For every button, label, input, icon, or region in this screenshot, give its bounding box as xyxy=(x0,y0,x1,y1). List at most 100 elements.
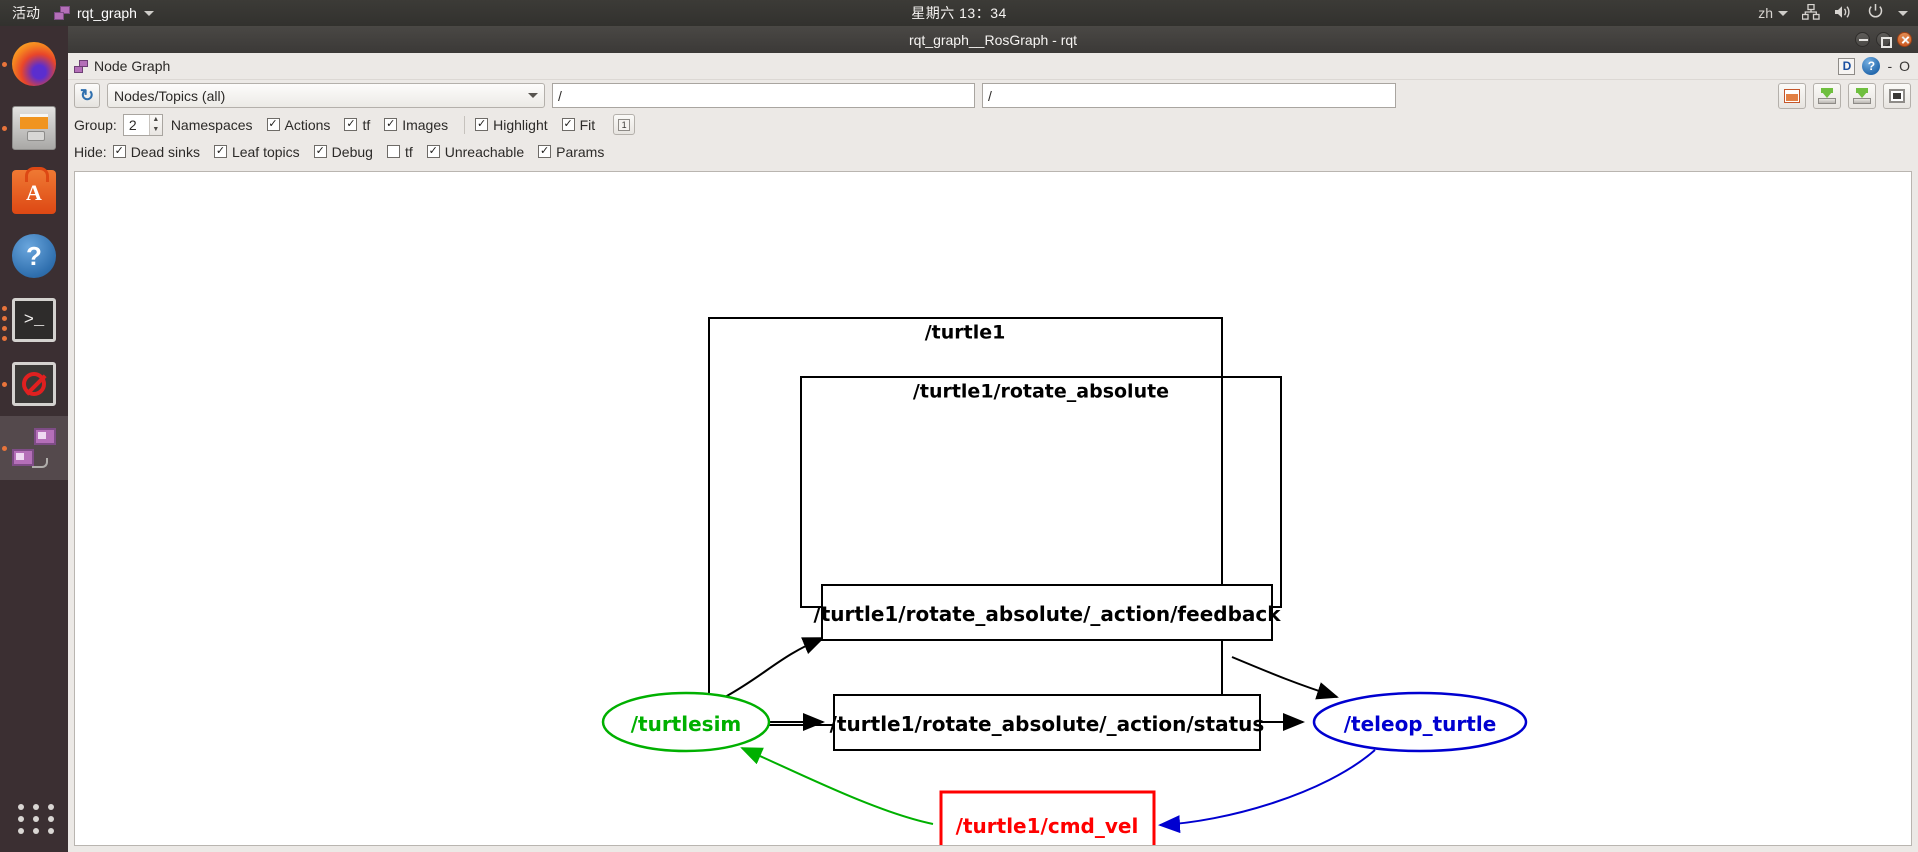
graph-toolbar: ↻ Nodes/Topics (all) xyxy=(68,80,1918,111)
panel-minimize-button[interactable]: - xyxy=(1887,58,1892,74)
dock-button[interactable]: D xyxy=(1838,57,1856,75)
topic-filter-input[interactable] xyxy=(982,83,1396,108)
node-graph-panel-header: Node Graph D ? - O xyxy=(68,53,1918,80)
rqt-icon xyxy=(54,6,70,20)
hide-label: Hide: xyxy=(74,143,107,160)
checkbox-box: ✓ xyxy=(344,118,358,131)
launcher-item-help[interactable]: ? xyxy=(0,224,68,288)
group-spinbox[interactable]: 2 ▲ ▼ xyxy=(122,113,163,136)
clock[interactable]: 星期六 13：34 xyxy=(911,3,1007,23)
minimize-button[interactable] xyxy=(1855,32,1870,47)
chevron-down-icon xyxy=(143,10,154,16)
network-icon[interactable] xyxy=(1801,3,1820,23)
chevron-down-icon xyxy=(528,93,538,98)
help-icon[interactable]: ? xyxy=(1862,57,1881,75)
checkbox-box xyxy=(386,145,400,158)
launcher-item-files[interactable] xyxy=(0,96,68,160)
checkbox-label: Debug xyxy=(331,143,373,160)
checkbox-box: ✓ xyxy=(313,145,327,158)
feedback-topic-label: /turtle1/rotate_absolute/_action/feedbac… xyxy=(813,602,1281,626)
edge-cmdvel-turtlesim xyxy=(740,747,934,825)
checkbox-label: Actions xyxy=(284,116,331,133)
power-icon[interactable] xyxy=(1867,3,1884,23)
turtle1-cluster[interactable] xyxy=(708,317,1223,726)
checkbox-label: Dead sinks xyxy=(130,143,200,160)
checkbox-box: ✓ xyxy=(475,118,489,131)
gnome-top-bar: 活动 rqt_graph 星期六 13：34 zh xyxy=(0,0,1918,26)
group-label: Group: xyxy=(74,116,117,133)
checkbox-box: ✓ xyxy=(112,145,126,158)
panel-header-buttons: D ? - O xyxy=(1838,57,1910,75)
app-menu-label: rqt_graph xyxy=(77,5,137,21)
save-dot-icon xyxy=(1818,87,1836,104)
fit-in-view-button[interactable] xyxy=(1883,82,1911,109)
checkbox-debug[interactable]: ✓ Debug xyxy=(313,143,373,160)
checkbox-box: ✓ xyxy=(561,118,575,131)
spinner-arrows[interactable]: ▲ ▼ xyxy=(148,114,162,135)
software-glyph: A xyxy=(26,180,42,205)
checkbox-box: ✓ xyxy=(426,145,440,158)
maximize-button[interactable] xyxy=(1876,32,1892,48)
app-menu[interactable]: rqt_graph xyxy=(54,5,154,21)
checkbox-box: ✓ xyxy=(538,145,552,158)
load-dot-button[interactable] xyxy=(1778,82,1806,109)
activities-button[interactable]: 活动 xyxy=(0,3,54,23)
checkbox-highlight[interactable]: ✓ Highlight xyxy=(475,117,548,133)
language-indicator[interactable]: zh xyxy=(1758,5,1788,21)
graph-type-select[interactable]: Nodes/Topics (all) xyxy=(107,83,545,108)
toolbar-divider xyxy=(464,115,466,134)
hide-options-row: Hide: ✓ Dead sinks ✓ Leaf topics ✓ Debug… xyxy=(68,138,1918,165)
show-applications-button[interactable] xyxy=(18,804,57,834)
checkbox-tf[interactable]: ✓ tf xyxy=(344,117,370,133)
save-dot-button[interactable] xyxy=(1813,82,1841,109)
launcher-item-rqt[interactable] xyxy=(0,416,68,480)
zoom-reset-button[interactable]: 1 xyxy=(613,114,636,135)
namespace-filter-input[interactable] xyxy=(552,83,975,108)
checkbox-box: ✓ xyxy=(266,118,280,131)
refresh-button[interactable]: ↻ xyxy=(74,83,100,108)
checkbox-unreachable[interactable]: ✓ Unreachable xyxy=(426,144,524,160)
volume-icon[interactable] xyxy=(1834,4,1853,23)
firefox-icon xyxy=(12,42,56,86)
checkbox-label: Fit xyxy=(579,116,596,133)
checkbox-images[interactable]: ✓ Images xyxy=(384,117,448,133)
rotate-absolute-cluster[interactable] xyxy=(800,376,1282,608)
refresh-icon: ↻ xyxy=(79,86,95,105)
checkbox-fit[interactable]: ✓ Fit xyxy=(561,116,596,133)
turtle1-cluster-label: /turtle1 xyxy=(925,322,1006,344)
launcher-item-terminal[interactable]: >_ xyxy=(0,288,68,352)
checkbox-actions[interactable]: ✓ Actions xyxy=(266,116,331,133)
close-button[interactable] xyxy=(1897,32,1912,47)
blocked-icon xyxy=(12,362,56,406)
ubuntu-software-icon: A xyxy=(12,167,56,214)
launcher-item-blocked-terminal[interactable] xyxy=(0,352,68,416)
rotate-absolute-cluster-label: /turtle1/rotate_absolute xyxy=(913,381,1169,403)
group-value: 2 xyxy=(128,116,137,133)
cmd-vel-topic-label: /turtle1/cmd_vel xyxy=(956,814,1139,838)
zoom-level-label: 1 xyxy=(618,118,631,131)
ros-graph: /turtle1 /turtle1/rotate_absolute /turtl… xyxy=(601,317,1528,845)
checkbox-hide-tf[interactable]: tf xyxy=(386,143,413,160)
edge-teleop-cmdvel xyxy=(1158,749,1376,834)
checkbox-leaf-topics[interactable]: ✓ Leaf topics xyxy=(213,144,300,160)
checkbox-label: tf xyxy=(404,143,413,160)
graph-canvas[interactable]: /turtle1 /turtle1/rotate_absolute /turtl… xyxy=(74,171,1912,846)
graph-options-row: Group: 2 ▲ ▼ Namespaces ✓ Actions ✓ tf ✓ … xyxy=(68,111,1918,138)
launcher-item-ubuntu-software[interactable]: A xyxy=(0,160,68,224)
checkbox-box: ✓ xyxy=(384,118,398,131)
chevron-down-icon xyxy=(1778,10,1788,16)
checkbox-params[interactable]: ✓ Params xyxy=(538,144,604,160)
panel-float-button[interactable]: O xyxy=(1899,58,1910,74)
launcher-item-firefox[interactable] xyxy=(0,32,68,96)
edge-feedback-teleop xyxy=(1231,656,1339,700)
checkbox-label: tf xyxy=(362,116,371,133)
window-titlebar[interactable]: rqt_graph__RosGraph - rqt xyxy=(68,26,1918,53)
edge-turtlesim-feedback xyxy=(724,637,825,698)
checkbox-label: Images xyxy=(402,116,449,133)
unity-launcher: A ? >_ xyxy=(0,26,68,852)
save-image-button[interactable] xyxy=(1848,82,1876,109)
files-icon xyxy=(12,106,56,150)
checkbox-dead-sinks[interactable]: ✓ Dead sinks xyxy=(112,143,200,160)
node-graph-icon xyxy=(74,59,88,73)
chevron-down-icon[interactable] xyxy=(1898,10,1908,16)
